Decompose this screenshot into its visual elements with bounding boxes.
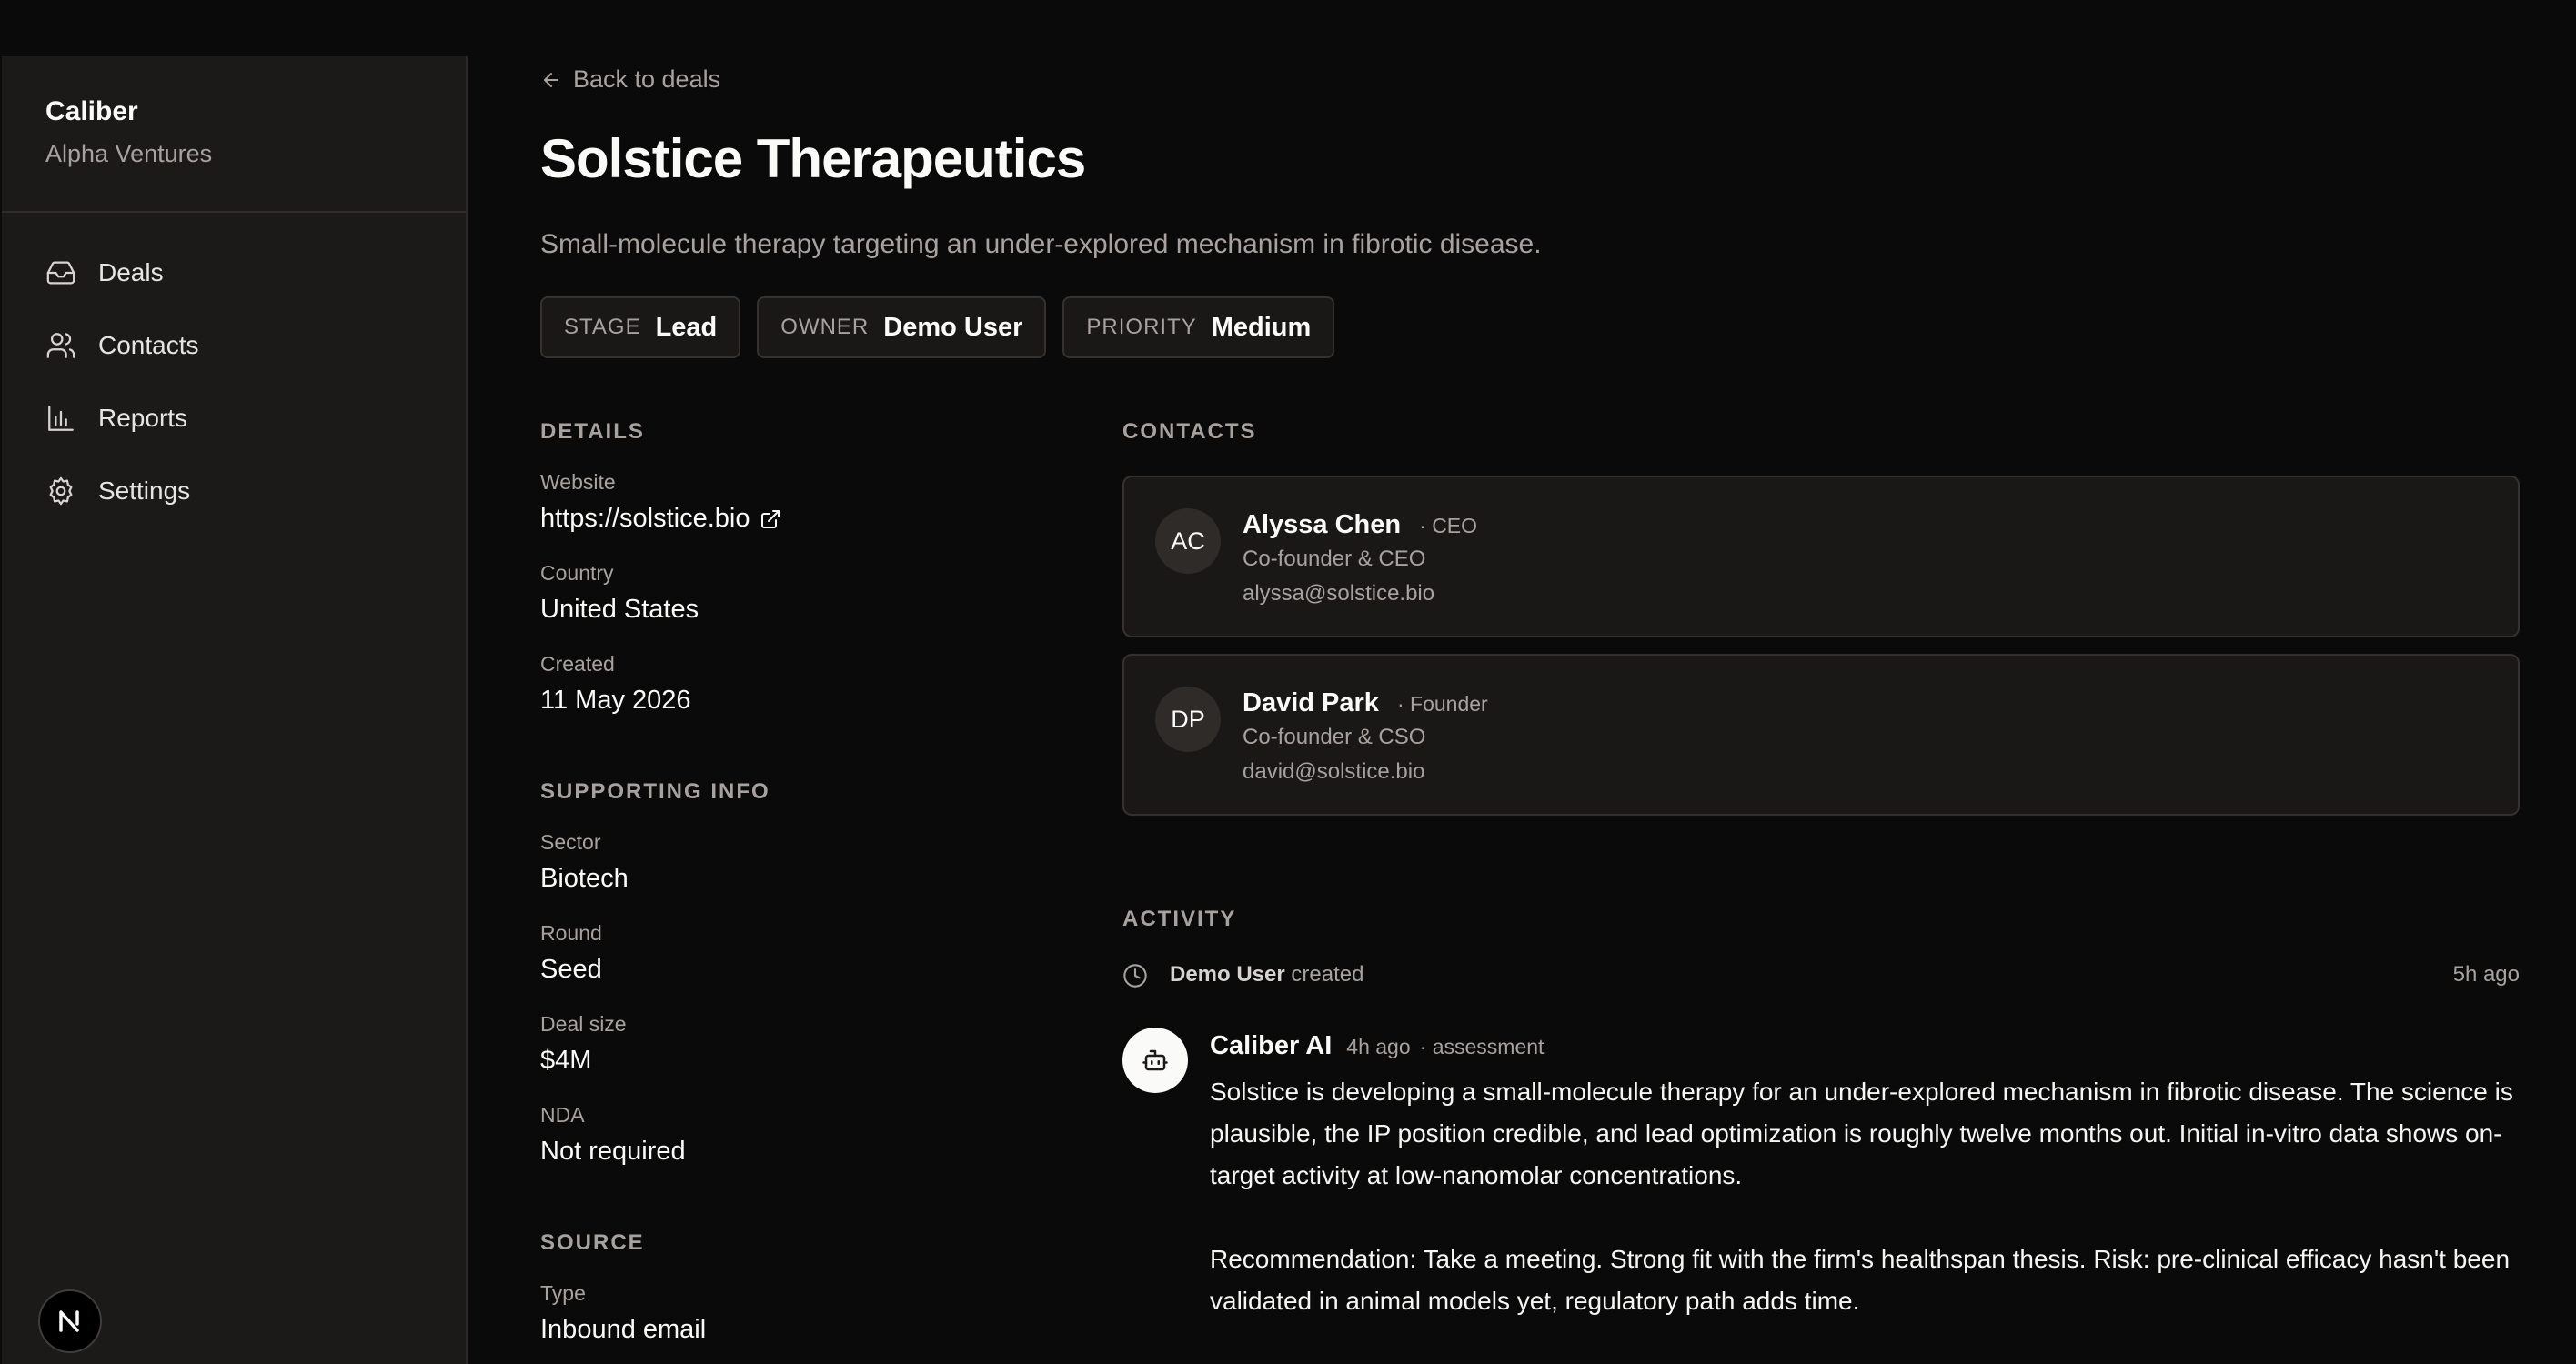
created-value: 11 May 2026 [540,686,691,715]
org-header: Caliber Alpha Ventures [2,56,466,213]
contact-role-tag: · Founder [1396,692,1488,716]
contact-title: Co-founder & CSO [1243,725,1426,749]
pill-value: Lead [655,312,718,342]
gear-icon [45,476,76,506]
owner-pill[interactable]: OWNER Demo User [757,296,1047,358]
users-icon [45,330,76,361]
deal-size-label: Deal size [540,1012,627,1036]
ai-avatar [1122,1028,1188,1093]
org-name: Caliber [45,96,138,126]
activity-action: created [1284,962,1364,987]
contact-card[interactable]: AC Alyssa Chen · CEO Co-founder & CEO al… [1122,476,2520,637]
ai-tag: · assessment [1419,1035,1545,1058]
avatar: DP [1155,687,1221,752]
country-value: United States [540,595,699,624]
activity-heading: ACTIVITY [1122,907,1237,931]
nda-value: Not required [540,1137,686,1166]
sidebar-item-label: Contacts [98,331,199,359]
sidebar: Caliber Alpha Ventures Deals Contacts Re… [2,56,468,1364]
sidebar-item-label: Deals [98,258,164,286]
dev-tools-badge[interactable] [38,1289,102,1353]
sidebar-item-label: Settings [98,476,191,505]
contact-name-row: Alyssa Chen · CEO [1243,510,1477,540]
ai-comment-header: Caliber AI 4h ago · assessment [1210,1031,1544,1061]
org-subtitle: Alpha Ventures [45,140,213,167]
ai-paragraph: Solstice is developing a small-molecule … [1210,1078,2513,1189]
country-label: Country [540,561,614,585]
clock-icon [1123,964,1147,988]
sidebar-item-reports[interactable]: Reports [2,382,466,455]
contact-email[interactable]: david@solstice.bio [1243,759,1424,785]
website-link[interactable]: https://solstice.bio [540,504,781,534]
bot-icon [1142,1049,1168,1071]
contact-role-tag: · CEO [1419,514,1478,537]
n-logo-icon [59,1310,79,1332]
activity-actor: Demo User [1170,962,1285,987]
round-label: Round [540,921,602,945]
pill-key: OWNER [780,315,870,339]
contacts-heading: CONTACTS [1122,419,1257,444]
deal-attributes: STAGE Lead OWNER Demo User PRIORITY Medi… [540,296,1335,358]
sidebar-item-settings[interactable]: Settings [2,455,466,527]
ai-author: Caliber AI [1210,1031,1333,1060]
pill-value: Medium [1211,312,1312,342]
deal-detail: Back to deals Solstice Therapeutics Smal… [540,0,2520,1364]
back-label: Back to deals [573,65,721,93]
source-type-label: Type [540,1281,586,1305]
details-heading: DETAILS [540,419,645,444]
activity-event: Demo User created 5h ago [1122,960,2520,993]
page-title: Solstice Therapeutics [540,128,1086,189]
contact-name-row: David Park · Founder [1243,688,1488,718]
pill-value: Demo User [883,312,1023,342]
sidebar-item-deals[interactable]: Deals [2,236,466,309]
sector-label: Sector [540,830,601,854]
source-type-value: Inbound email [540,1315,707,1344]
back-to-deals-link[interactable]: Back to deals [540,65,720,94]
contact-card[interactable]: DP David Park · Founder Co-founder & CSO… [1122,654,2520,816]
ai-time: 4h ago [1346,1035,1411,1058]
created-label: Created [540,652,615,676]
sector-value: Biotech [540,864,629,893]
source-heading: SOURCE [540,1230,645,1255]
priority-pill[interactable]: PRIORITY Medium [1062,296,1335,358]
ai-paragraph: Recommendation: Take a meeting. Strong f… [1210,1245,2511,1315]
bar-chart-icon [45,403,76,434]
sidebar-item-label: Reports [98,404,188,432]
nda-label: NDA [540,1103,585,1127]
supporting-info-heading: SUPPORTING INFO [540,779,770,804]
sidebar-item-contacts[interactable]: Contacts [2,309,466,382]
arrow-left-icon [544,72,558,87]
deal-size-value: $4M [540,1046,592,1075]
pill-key: PRIORITY [1086,315,1197,339]
deal-description: Small-molecule therapy targeting an unde… [540,229,1542,259]
pill-key: STAGE [564,315,641,339]
contact-email[interactable]: alyssa@solstice.bio [1243,581,1434,607]
avatar: AC [1155,508,1221,574]
stage-pill[interactable]: STAGE Lead [540,296,741,358]
website-label: Website [540,470,616,494]
sidebar-nav: Deals Contacts Reports Settings [2,213,466,527]
round-value: Seed [540,955,602,984]
activity-time: 5h ago [2452,962,2520,987]
inbox-icon [45,257,76,288]
contact-title: Co-founder & CEO [1243,547,1426,571]
contact-name: David Park [1243,688,1379,717]
contact-name: Alyssa Chen [1243,510,1402,539]
website-value: https://solstice.bio [540,504,750,533]
external-link-icon [760,509,780,528]
ai-assessment: Solstice is developing a small-molecule … [1210,1071,2520,1364]
activity-text: Demo User created [1170,962,1363,988]
